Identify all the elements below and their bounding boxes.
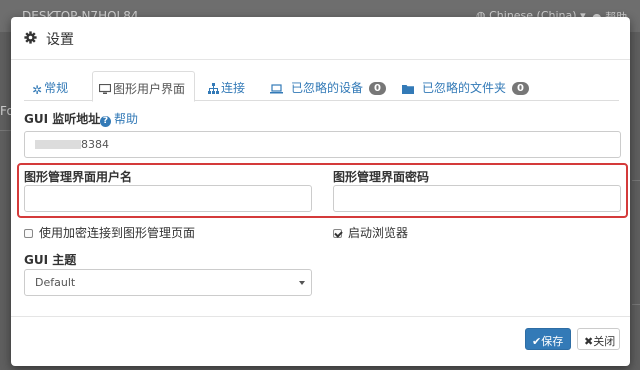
ignored-folders-count: 0 <box>512 82 529 95</box>
dialog-title: 设置 <box>46 32 74 48</box>
start-browser-checkbox[interactable] <box>333 229 342 238</box>
use-https-checkbox[interactable] <box>24 229 33 238</box>
tab-ignored-devices[interactable]: 已忽略的设备 0 <box>270 71 386 101</box>
monitor-icon <box>99 84 111 94</box>
tab-ignored-folders[interactable]: 已忽略的文件夹 0 <box>402 71 529 101</box>
password-label: 图形管理界面密码 <box>333 170 430 184</box>
settings-dialog: 设置 ✲ 常规 图形用户界面 连接 已忽略的设备 0 已忽略的文件夹 0 GUI… <box>11 17 630 366</box>
caret-down-icon <box>299 281 305 285</box>
gui-theme-select[interactable]: Default <box>24 269 312 296</box>
redacted-address <box>35 140 81 149</box>
gui-listen-label: GUI 监听地址 <box>24 112 101 126</box>
dialog-header: 设置 <box>11 17 630 60</box>
username-label: 图形管理界面用户名 <box>24 170 133 184</box>
tab-general[interactable]: ✲ 常规 <box>32 71 68 101</box>
save-button[interactable]: ✔保存 <box>525 328 571 350</box>
sitemap-icon <box>208 83 219 94</box>
settings-tabs: ✲ 常规 图形用户界面 连接 已忽略的设备 0 已忽略的文件夹 0 <box>24 71 619 102</box>
tab-connections[interactable]: 连接 <box>208 71 245 101</box>
folder-icon <box>402 85 414 94</box>
gui-theme-label: GUI 主题 <box>24 253 77 267</box>
password-input[interactable] <box>333 185 621 212</box>
ignored-devices-count: 0 <box>369 82 386 95</box>
close-button[interactable]: ✖关闭 <box>577 328 620 350</box>
gui-listen-address-input[interactable]: 8384 <box>24 131 621 158</box>
background-divider <box>632 304 640 305</box>
dialog-footer: ✔保存 ✖关闭 <box>11 316 630 366</box>
use-https-option[interactable]: 使用加密连接到图形管理页面 <box>24 224 195 241</box>
gear-icon: ✲ <box>32 83 43 97</box>
close-icon: ✖ <box>584 335 594 348</box>
username-input[interactable] <box>24 185 312 212</box>
check-icon: ✔ <box>532 335 542 348</box>
start-browser-option[interactable]: 启动浏览器 <box>333 224 408 241</box>
gear-icon <box>24 31 37 44</box>
question-icon: ? <box>100 116 111 127</box>
gui-listen-help-link[interactable]: ? 帮助 <box>100 110 138 127</box>
laptop-icon <box>270 84 283 94</box>
background-divider <box>632 180 640 181</box>
tab-gui[interactable]: 图形用户界面 <box>92 71 195 102</box>
